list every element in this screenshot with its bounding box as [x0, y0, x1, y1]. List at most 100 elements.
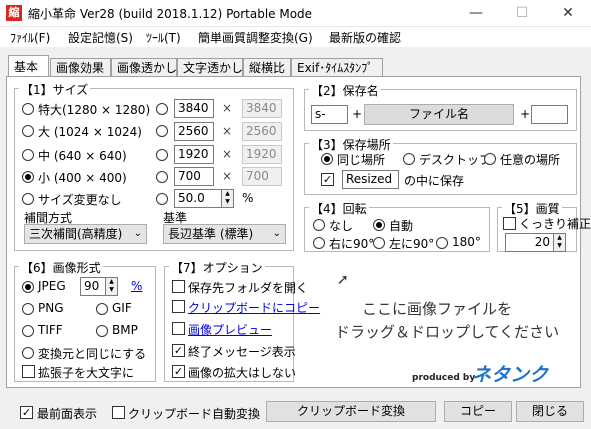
filename-button[interactable]: ファイル名: [364, 104, 514, 125]
percent-radio[interactable]: [156, 193, 168, 205]
basis-select[interactable]: 長辺基準 (標準) ⌄: [163, 224, 286, 244]
size-none-radio[interactable]: [22, 193, 34, 205]
custom3-width-input[interactable]: 1920: [174, 145, 214, 164]
custom1-cross: ×: [222, 101, 233, 115]
menu-settings[interactable]: 設定記憶(S): [68, 29, 133, 46]
same-place-radio[interactable]: [321, 153, 333, 165]
bmp-label: BMP: [112, 323, 138, 337]
custom1-radio[interactable]: [156, 103, 168, 115]
end-message-checkbox[interactable]: ✓: [172, 344, 185, 357]
clipboard-convert-button[interactable]: クリップボード変換: [266, 401, 436, 422]
tab-exif[interactable]: Exif･ﾀｲﾑｽﾀﾝﾌﾟ: [291, 58, 383, 76]
preview-link[interactable]: 画像プレビュー: [188, 321, 272, 338]
custom4-width-input[interactable]: 700: [174, 167, 214, 186]
close-window-button[interactable]: ✕: [545, 0, 591, 26]
preview-checkbox[interactable]: [172, 322, 185, 335]
uppercase-ext-checkbox[interactable]: [22, 365, 35, 378]
percent-spinner[interactable]: ▲ ▼: [222, 189, 234, 208]
netank-logo: ネタンク: [472, 364, 549, 386]
menu-tools[interactable]: ﾂｰﾙ(T): [146, 29, 181, 46]
size-none-label: サイズ変更なし: [38, 193, 122, 207]
no-enlarge-checkbox[interactable]: ✓: [172, 365, 185, 378]
size-xl-radio[interactable]: [22, 103, 34, 115]
interp-select[interactable]: 三次補間(高精度) ⌄: [24, 224, 147, 244]
suffix-input[interactable]: [531, 105, 568, 124]
tab-image-effect[interactable]: 画像効果: [50, 58, 111, 76]
rotate-auto-radio[interactable]: [373, 219, 385, 231]
jpeg-quality-input[interactable]: 90: [80, 277, 106, 296]
size-l-radio[interactable]: [22, 125, 34, 137]
prefix-input[interactable]: s-: [311, 105, 348, 124]
any-place-label: 任意の場所: [500, 153, 561, 167]
jpeg-radio[interactable]: [22, 281, 34, 293]
topmost-label: 最前面表示: [37, 407, 98, 421]
rotate-auto-label: 自動: [389, 219, 414, 233]
tab-basic[interactable]: 基本: [8, 55, 49, 77]
rotate-group-title: 【4】回転: [309, 200, 369, 217]
any-place-radio[interactable]: [484, 153, 496, 165]
size-s-radio[interactable]: [22, 171, 34, 183]
drop-instruction-line1: ここに画像ファイルを: [362, 300, 513, 318]
quality-input[interactable]: 20: [505, 233, 554, 252]
percent-unit: %: [242, 191, 254, 205]
custom4-height-input: 700: [242, 167, 282, 186]
bmp-radio[interactable]: [96, 325, 108, 337]
custom2-width-input[interactable]: 2560: [174, 122, 214, 141]
percent-input[interactable]: 50.0: [174, 189, 222, 208]
size-m-label: 中 (640 × 640): [38, 149, 127, 163]
rotate-right-radio[interactable]: [313, 237, 325, 249]
drop-instruction-line2: ドラッグ＆ドロップしてください: [335, 323, 560, 341]
custom1-width-input[interactable]: 3840: [174, 99, 214, 118]
rotate-none-label: なし: [329, 219, 354, 233]
chevron-down-icon: ⌄: [272, 228, 281, 239]
savename-group-title: 【2】保存名: [309, 82, 381, 99]
rotate-none-radio[interactable]: [313, 219, 325, 231]
app-icon: 縮: [6, 5, 22, 21]
custom3-radio[interactable]: [156, 149, 168, 161]
sharpen-checkbox[interactable]: [503, 217, 516, 230]
custom4-radio[interactable]: [156, 171, 168, 183]
uppercase-ext-label: 拡張子を大文字に: [38, 366, 135, 380]
jpeg-quality-spinner[interactable]: ▲ ▼: [106, 277, 118, 296]
png-radio[interactable]: [22, 303, 34, 315]
menu-easy-quality[interactable]: 簡単画質調整変換(G): [198, 29, 313, 46]
same-format-label: 変換元と同じにする: [38, 347, 147, 361]
tab-aspect[interactable]: 縦横比: [243, 58, 291, 76]
size-m-radio[interactable]: [22, 149, 34, 161]
desktop-label: デスクトップ: [419, 153, 492, 167]
tiff-radio[interactable]: [22, 325, 34, 337]
produced-by-text: produced by: [412, 373, 476, 383]
gif-radio[interactable]: [96, 303, 108, 315]
clip-auto-checkbox[interactable]: [112, 406, 125, 419]
copy-clipboard-link[interactable]: クリップボードにコピー: [188, 299, 320, 316]
desktop-radio[interactable]: [403, 153, 415, 165]
topmost-checkbox[interactable]: ✓: [20, 406, 33, 419]
custom2-radio[interactable]: [156, 125, 168, 137]
resized-suffix-label: の中に保存: [404, 174, 465, 188]
rotate-180-radio[interactable]: [436, 237, 448, 249]
tab-text-watermark[interactable]: 文字透かし: [177, 58, 243, 76]
copy-clipboard-checkbox[interactable]: [172, 300, 185, 313]
maximize-button[interactable]: ☐: [499, 0, 545, 26]
rotate-180-label: 180°: [452, 235, 481, 249]
close-button[interactable]: 閉じる: [516, 401, 584, 422]
copy-button[interactable]: コピー: [444, 401, 512, 422]
custom2-height-input: 2560: [242, 122, 282, 141]
format-group-title: 【6】画像形式: [19, 259, 103, 276]
minimize-button[interactable]: —: [453, 0, 499, 26]
resized-checkbox[interactable]: ✓: [321, 173, 334, 186]
suffix-plus: +: [520, 107, 531, 121]
size-xl-label: 特大(1280 × 1280): [38, 103, 151, 117]
resized-folder-input[interactable]: Resized: [342, 170, 399, 189]
rotate-left-radio[interactable]: [373, 237, 385, 249]
same-format-radio[interactable]: [22, 347, 34, 359]
menu-file[interactable]: ﾌｧｲﾙ(F): [10, 29, 50, 46]
open-folder-checkbox[interactable]: [172, 280, 185, 293]
jpeg-percent-link[interactable]: %: [131, 279, 142, 293]
end-message-label: 終了メッセージ表示: [188, 345, 296, 359]
tab-image-watermark[interactable]: 画像透かし: [111, 58, 177, 76]
quality-spinner[interactable]: ▲ ▼: [554, 233, 566, 252]
menu-check-update[interactable]: 最新版の確認: [329, 29, 401, 46]
tiff-label: TIFF: [38, 323, 63, 337]
same-place-label: 同じ場所: [337, 153, 386, 167]
